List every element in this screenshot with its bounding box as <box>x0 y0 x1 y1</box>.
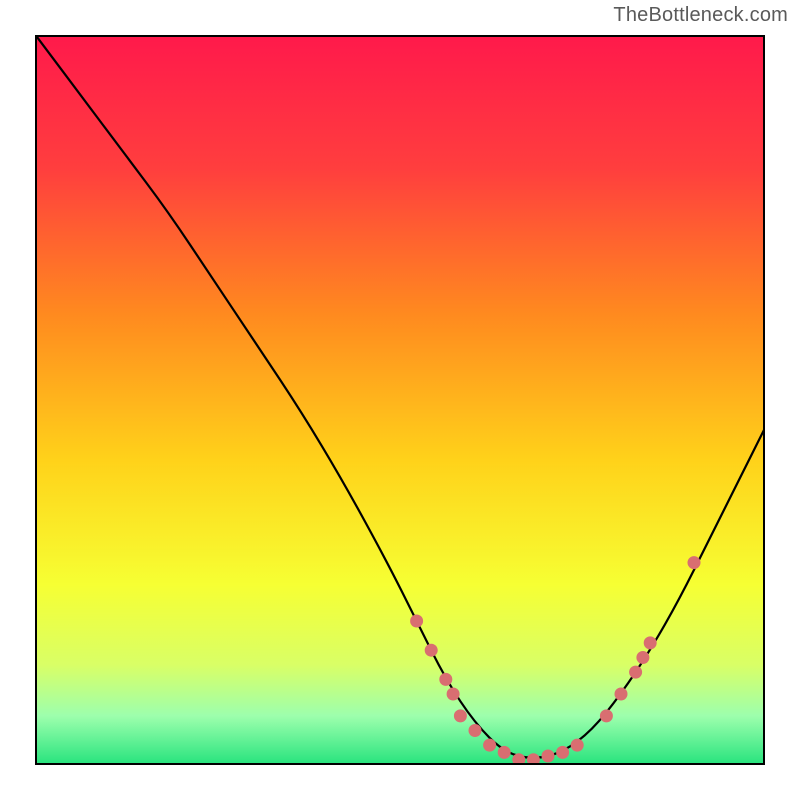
data-point <box>454 709 467 722</box>
plot-frame <box>35 35 765 765</box>
data-point <box>469 724 482 737</box>
chart-stage: TheBottleneck.com <box>0 0 800 800</box>
data-point <box>644 636 657 649</box>
data-point <box>600 709 613 722</box>
data-point <box>425 644 438 657</box>
data-point <box>447 688 460 701</box>
data-point <box>629 666 642 679</box>
chart-background <box>37 37 765 765</box>
data-point <box>688 556 701 569</box>
data-point <box>439 673 452 686</box>
data-point <box>615 688 628 701</box>
chart-svg <box>37 37 765 765</box>
data-point <box>410 615 423 628</box>
data-point <box>498 746 511 759</box>
data-point <box>542 750 555 763</box>
data-point <box>483 739 496 752</box>
data-point <box>636 651 649 664</box>
data-point <box>571 739 584 752</box>
watermark-text: TheBottleneck.com <box>613 4 788 27</box>
data-point <box>556 746 569 759</box>
